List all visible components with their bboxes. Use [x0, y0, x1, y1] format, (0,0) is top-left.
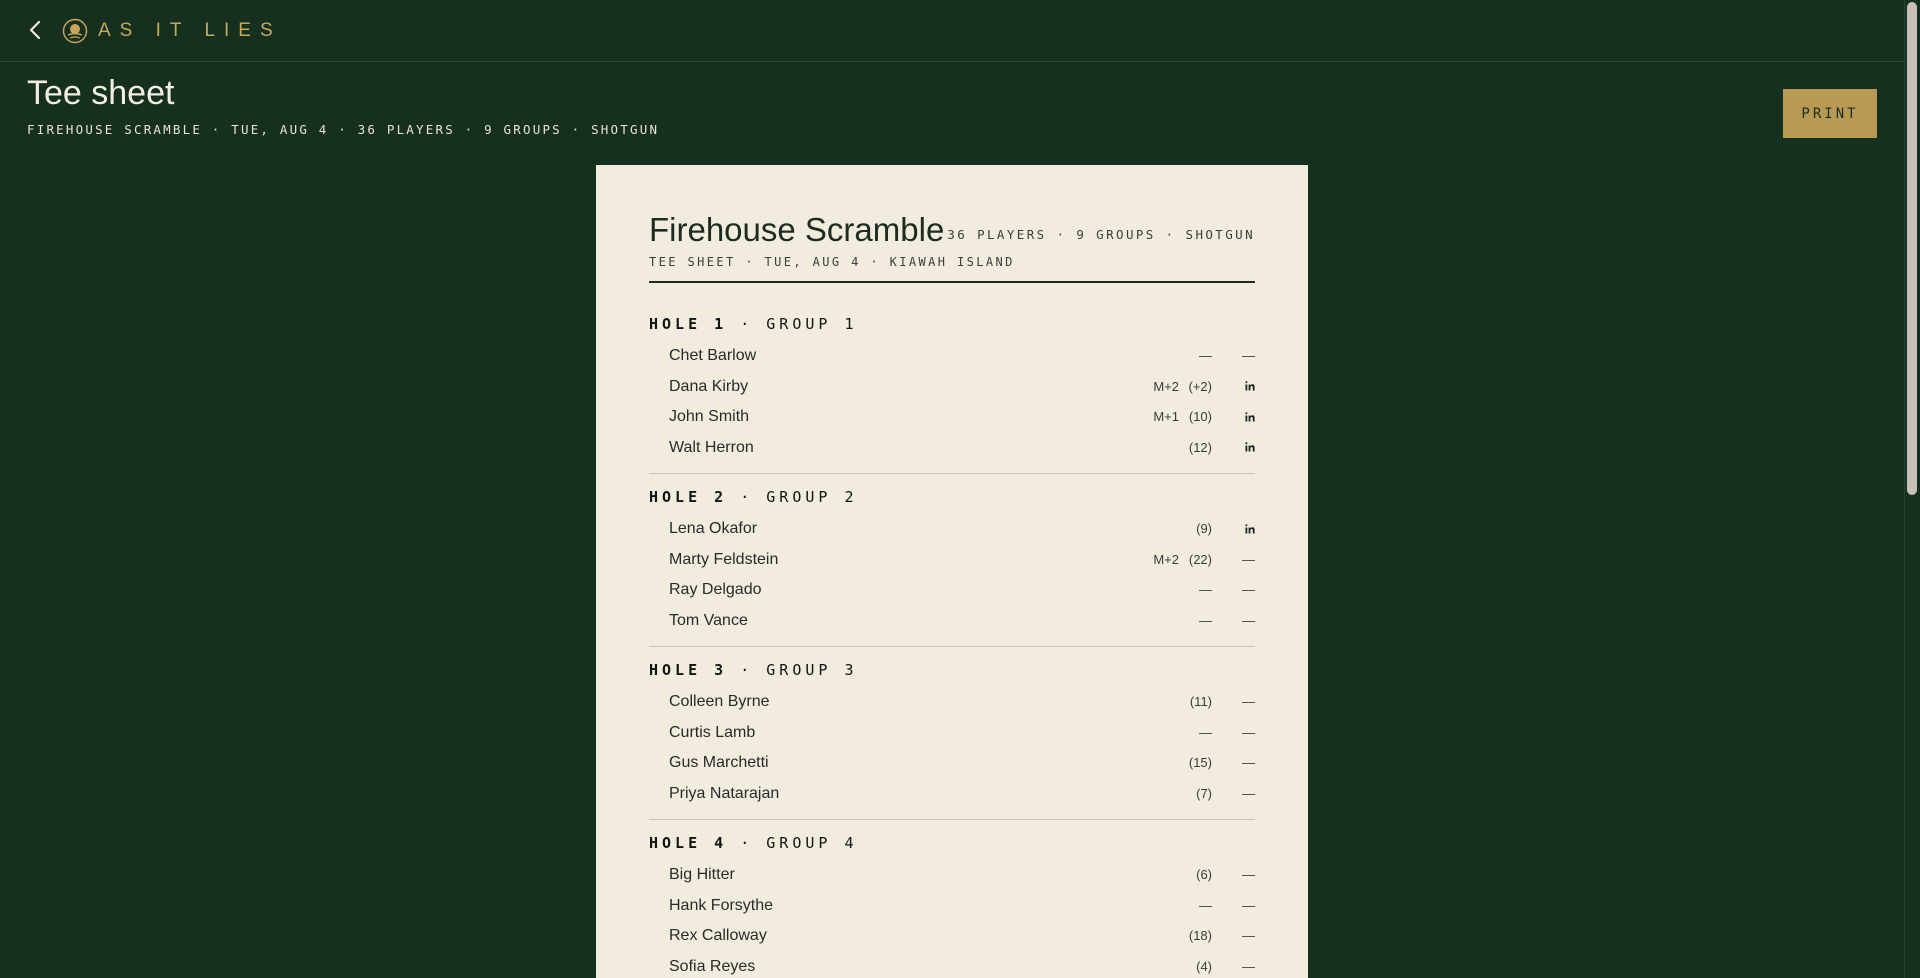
player-status: —	[1242, 582, 1255, 597]
group-label: · GROUP 2	[740, 488, 858, 506]
page-title: Tee sheet	[27, 74, 175, 112]
player-row[interactable]: Priya Natarajan (7) —	[649, 779, 1255, 810]
player-name: John Smith	[669, 408, 750, 425]
player-row[interactable]: Chet Barlow — —	[649, 341, 1255, 372]
player-handicap: (10)	[1188, 409, 1212, 424]
sheet-summary: 36 PLAYERS · 9 GROUPS · SHOTGUN	[947, 227, 1255, 242]
player-status: —	[1242, 785, 1255, 801]
player-status: —	[1242, 897, 1255, 913]
player-name: Hank Forsythe	[669, 896, 774, 914]
player-name: Sofia Reyes	[669, 957, 756, 975]
sheet-meta: TEE SHEET · TUE, AUG 4 · KIAWAH ISLAND	[649, 255, 1015, 269]
player-row[interactable]: Gus Marchetti (15) —	[649, 748, 1255, 779]
hole-label: HOLE 2	[649, 488, 728, 506]
player-name: Ray Delgado	[669, 581, 762, 598]
linkedin-icon	[1235, 433, 1255, 464]
player-name: Dana Kirby	[669, 377, 749, 395]
chevron-left-icon[interactable]	[24, 18, 48, 42]
player-name: Lena Okafor	[669, 520, 758, 537]
group-list: HOLE 1 · GROUP 1 Chet Barlow — — Dana Kirby M…	[649, 313, 1255, 978]
tee-group: HOLE 2 · GROUP 2 Lena Okafor (9) Marty Feld…	[649, 486, 1255, 647]
group-title: HOLE 4 · GROUP 4	[649, 832, 1255, 854]
page-subtitle: FIREHOUSE SCRAMBLE · TUE, AUG 4 · 36 PLA…	[27, 122, 660, 137]
sheet-divider	[649, 281, 1255, 283]
player-handicap: —	[1199, 724, 1212, 740]
player-handicap: (18)	[1188, 928, 1212, 943]
brand-name[interactable]: AS IT LIES	[98, 18, 282, 44]
player-handicap: (4)	[1196, 958, 1212, 974]
group-title: HOLE 1 · GROUP 1	[649, 313, 1255, 335]
player-name: Rex Calloway	[669, 927, 767, 944]
sheet-title: Firehouse Scramble	[649, 211, 945, 248]
player-name: Big Hitter	[669, 866, 735, 883]
player-handicap: (6)	[1196, 867, 1212, 882]
player-status: —	[1242, 348, 1255, 363]
player-name: Tom Vance	[669, 611, 748, 629]
player-handicap: (12)	[1188, 439, 1212, 455]
player-handicap: (+2)	[1188, 378, 1212, 394]
player-status: —	[1242, 551, 1255, 567]
tee-group: HOLE 1 · GROUP 1 Chet Barlow — — Dana Kirby M…	[649, 313, 1255, 474]
player-status: —	[1242, 928, 1255, 943]
group-title: HOLE 3 · GROUP 3	[649, 659, 1255, 681]
player-name: Priya Natarajan	[669, 784, 780, 802]
group-title: HOLE 2 · GROUP 2	[649, 486, 1255, 508]
player-row[interactable]: Ray Delgado — —	[649, 575, 1255, 606]
player-row[interactable]: Colleen Byrne (11) —	[649, 687, 1255, 718]
linkedin-icon	[1235, 402, 1255, 433]
player-row[interactable]: Walt Herron (12)	[649, 433, 1255, 464]
player-status: —	[1242, 612, 1255, 628]
player-row[interactable]: Dana Kirby M+2 (+2)	[649, 372, 1255, 403]
tee-sheet-document: Firehouse Scramble TEE SHEET · TUE, AUG …	[596, 165, 1308, 978]
player-status: —	[1242, 958, 1255, 974]
group-label: · GROUP 1	[740, 315, 858, 333]
player-handicap: (22)	[1188, 551, 1212, 567]
player-handicap: (9)	[1196, 521, 1212, 536]
player-row[interactable]: Rex Calloway (18) —	[649, 921, 1255, 952]
player-row[interactable]: Big Hitter (6) —	[649, 860, 1255, 891]
player-name: Chet Barlow	[669, 347, 757, 364]
player-handicap: —	[1199, 897, 1212, 913]
player-status: —	[1242, 694, 1255, 709]
player-name: Marty Feldstein	[669, 550, 779, 568]
player-handicap: —	[1199, 348, 1212, 363]
player-row[interactable]: Sofia Reyes (4) —	[649, 952, 1255, 978]
player-row[interactable]: Tom Vance — —	[649, 606, 1255, 637]
player-status: —	[1242, 755, 1255, 770]
player-row[interactable]: Curtis Lamb — —	[649, 718, 1255, 749]
hole-label: HOLE 3	[649, 661, 728, 679]
scrollbar-thumb[interactable]	[1907, 2, 1917, 495]
player-handicap: —	[1199, 582, 1212, 597]
linkedin-icon	[1235, 372, 1255, 403]
player-handicap: (15)	[1188, 755, 1212, 770]
player-status: —	[1242, 724, 1255, 740]
player-row[interactable]: John Smith M+1 (10)	[649, 402, 1255, 433]
logo-icon[interactable]	[62, 18, 88, 44]
player-handicap: (11)	[1189, 694, 1212, 709]
player-name: Gus Marchetti	[669, 754, 769, 771]
player-row[interactable]: Marty Feldstein M+2 (22) —	[649, 545, 1255, 576]
print-button[interactable]: PRINT	[1783, 89, 1877, 138]
player-name: Colleen Byrne	[669, 693, 770, 710]
hole-label: HOLE 4	[649, 834, 728, 852]
player-name: Curtis Lamb	[669, 723, 756, 741]
top-bar: AS IT LIES	[0, 0, 1904, 62]
player-status: —	[1242, 867, 1255, 882]
player-name: Walt Herron	[669, 438, 754, 456]
linkedin-icon	[1235, 514, 1255, 545]
tee-group: HOLE 3 · GROUP 3 Colleen Byrne (11) — Curtis…	[649, 659, 1255, 820]
player-handicap: —	[1199, 612, 1212, 628]
hole-label: HOLE 1	[649, 315, 728, 333]
player-handicap: (7)	[1196, 785, 1212, 801]
tee-group: HOLE 4 · GROUP 4 Big Hitter (6) — Hank Forsy…	[649, 832, 1255, 978]
group-label: · GROUP 4	[740, 834, 858, 852]
group-label: · GROUP 3	[740, 661, 858, 679]
player-row[interactable]: Hank Forsythe — —	[649, 891, 1255, 922]
player-row[interactable]: Lena Okafor (9)	[649, 514, 1255, 545]
